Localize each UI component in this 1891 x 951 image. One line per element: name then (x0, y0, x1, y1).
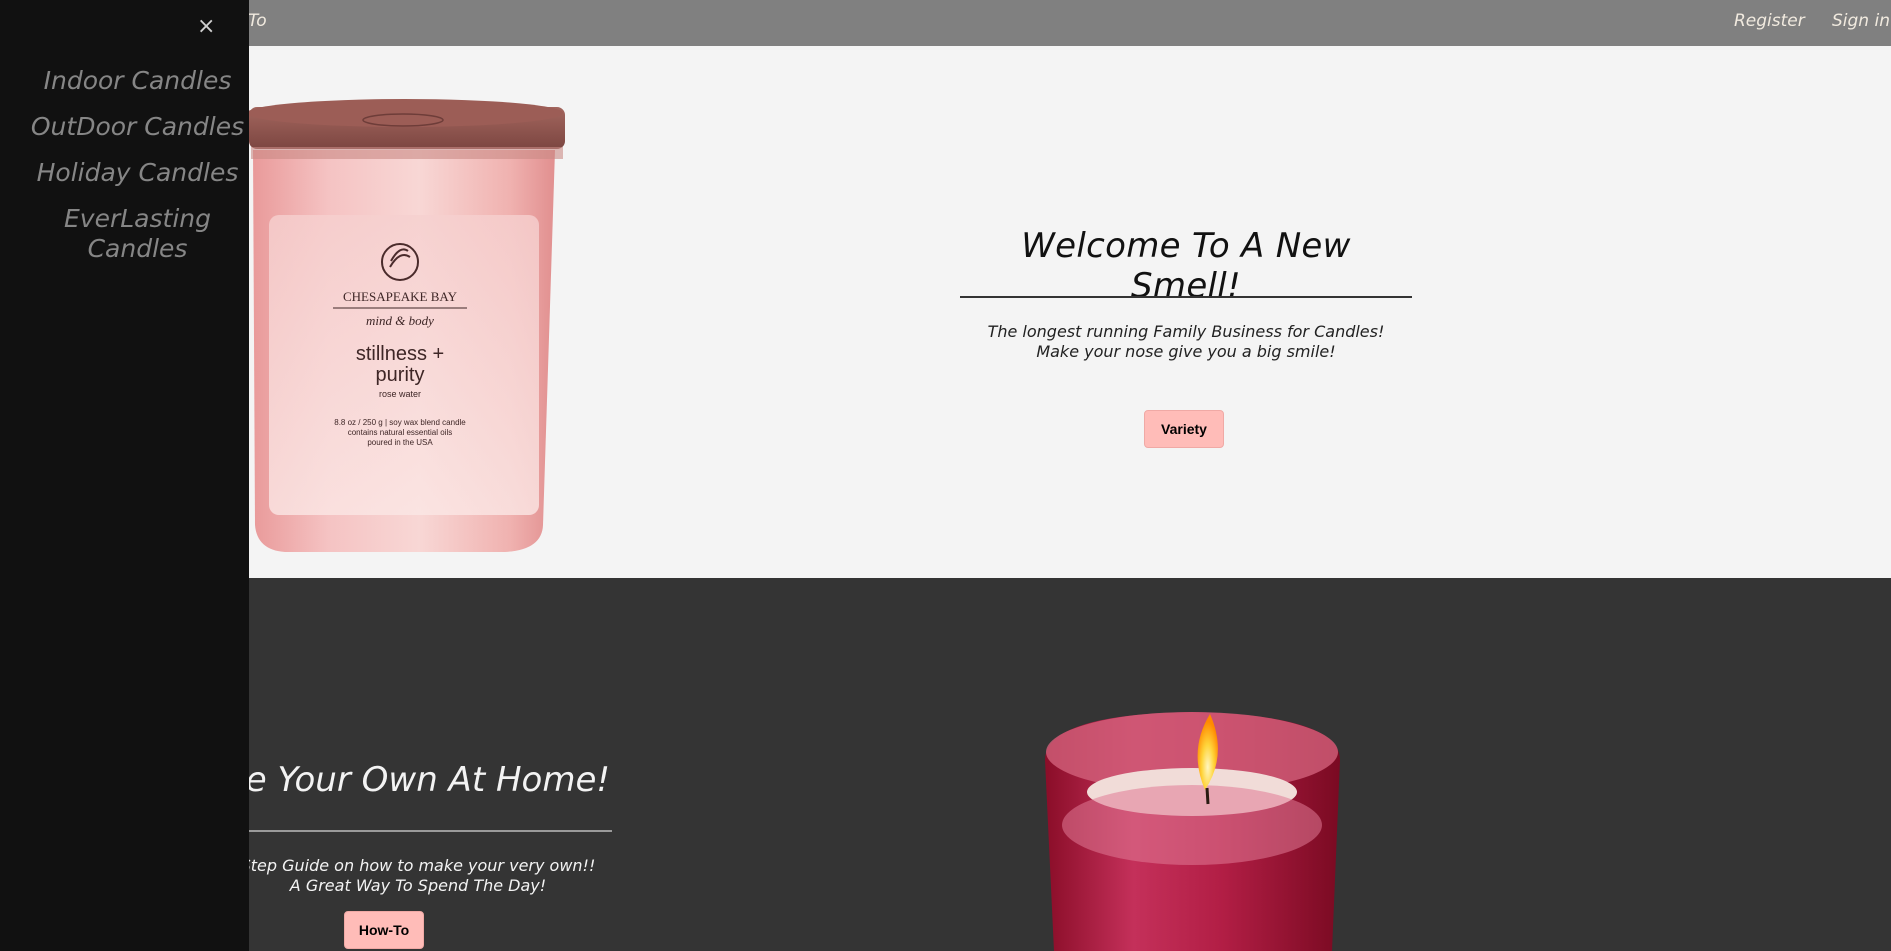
jar-scent1: stillness + (356, 343, 444, 365)
variety-button[interactable]: Variety (1144, 410, 1224, 448)
sign-in-link[interactable]: Sign in (1832, 11, 1890, 31)
red-candle-image (1045, 712, 1340, 951)
drawer-item-everlasting-candles[interactable]: EverLasting Candles (0, 204, 275, 264)
how-to-button[interactable]: How-To (344, 911, 424, 949)
hero-subtitle-line1: The longest running Family Business for … (987, 322, 1385, 341)
howto-subtitle-line2: A Great Way To Spend The Day! (289, 876, 547, 895)
jar-note: rose water (379, 389, 421, 399)
jar-spec2: contains natural essential oils (348, 428, 453, 437)
register-link[interactable]: Register (1734, 11, 1805, 31)
drawer-item-indoor-candles[interactable]: Indoor Candles (0, 66, 275, 96)
jar-line: mind & body (366, 313, 434, 328)
close-icon[interactable]: × (197, 14, 215, 39)
drawer-item-outdoor-candles[interactable]: OutDoor Candles (0, 112, 275, 142)
howto-divider (248, 830, 612, 832)
jar-scent2: purity (376, 364, 425, 386)
drawer-menu: Indoor Candles OutDoor Candles Holiday C… (0, 66, 275, 280)
top-navbar: To Register Sign in (0, 0, 1891, 46)
jar-brand: CHESAPEAKE BAY (343, 289, 458, 304)
hero-subtitle-line2: Make your nose give you a big smile! (1036, 342, 1336, 361)
jar-candle-image: CHESAPEAKE BAY mind & body stillness + p… (247, 99, 565, 552)
jar-spec3: poured in the USA (367, 438, 433, 447)
drawer-item-holiday-candles[interactable]: Holiday Candles (0, 158, 275, 188)
howto-subtitle-line1: Step Guide on how to make your very own!… (240, 856, 596, 875)
hero-section-howto: te Your Own At Home! Step Guide on how t… (0, 578, 1891, 951)
nav-link-partial[interactable]: To (248, 11, 267, 31)
hero-divider (960, 296, 1412, 298)
hero-subtitle: The longest running Family Business for … (961, 322, 1411, 362)
side-drawer: × Indoor Candles OutDoor Candles Holiday… (0, 0, 249, 951)
howto-subtitle: Step Guide on how to make your very own!… (238, 856, 598, 896)
hero-title: Welcome To A New Smell! (1021, 226, 1351, 306)
jar-spec1: 8.8 oz / 250 g | soy wax blend candle (334, 418, 466, 427)
